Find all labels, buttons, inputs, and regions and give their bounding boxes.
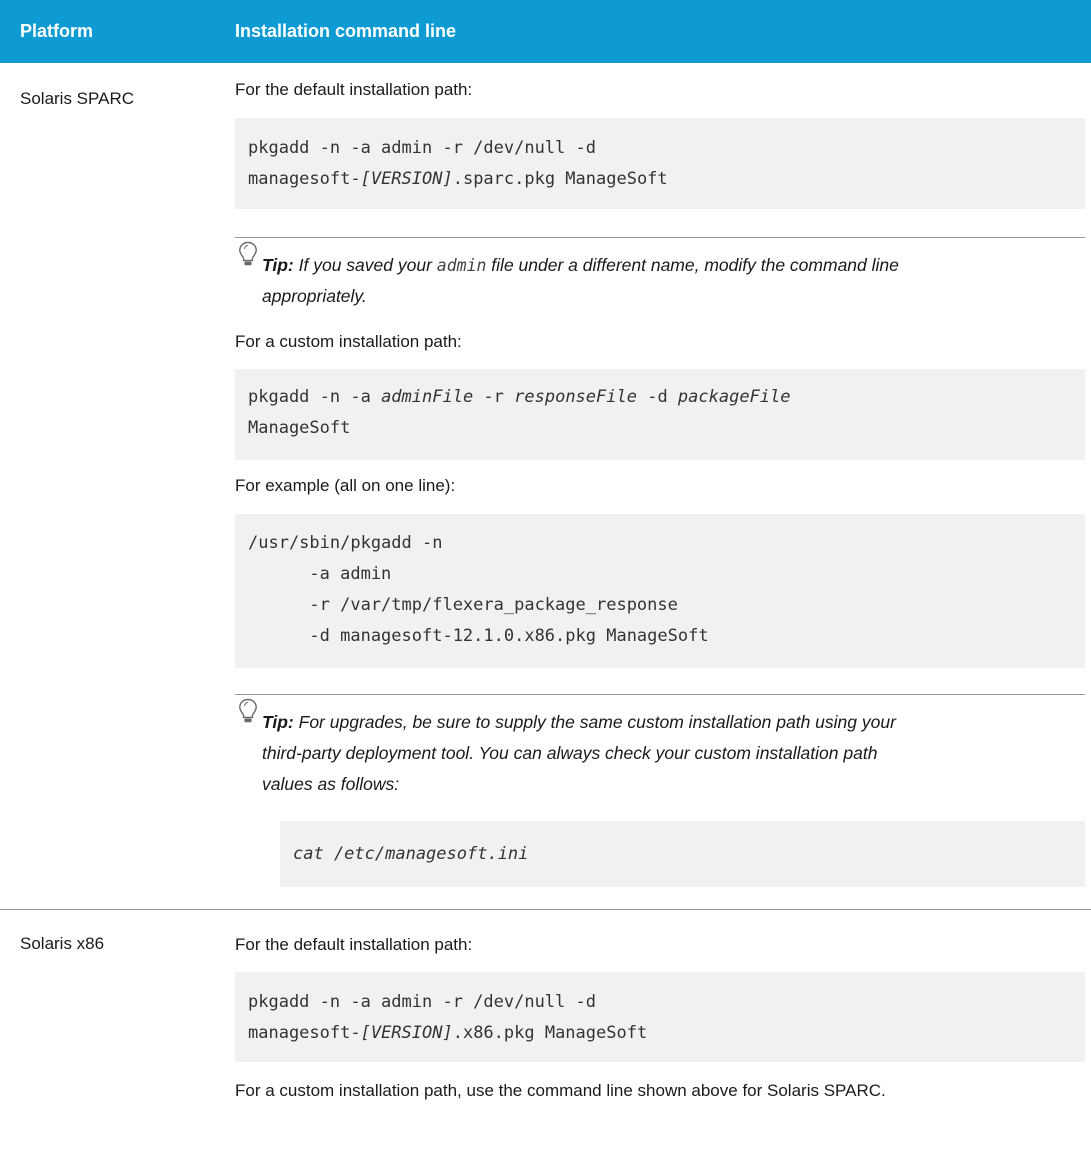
default-path-intro: For the default installation path: (235, 80, 473, 99)
code-block: pkgadd -n -a admin -r /dev/null -d manag… (235, 118, 1085, 209)
example-intro: For example (all on one line): (235, 476, 456, 495)
code-block: /usr/sbin/pkgadd -n -a admin -r /var/tmp… (235, 514, 1085, 668)
lightbulb-icon (239, 241, 257, 266)
code-line: ManageSoft (248, 418, 351, 438)
tip-label: Tip: (262, 255, 294, 275)
code-line: pkgadd -n -a adminFile -r responseFile -… (248, 387, 791, 407)
code-line: managesoft-[VERSION].sparc.pkg ManageSof… (248, 169, 668, 189)
custom-path-note: For a custom installation path, use the … (235, 1081, 886, 1100)
header-platform: Platform (20, 21, 94, 41)
code-line: pkgadd -n -a admin -r /dev/null -d (248, 138, 596, 158)
tip-note: Tip: For upgrades, be sure to supply the… (262, 712, 896, 794)
lightbulb-icon (239, 698, 257, 723)
tip-note: Tip: If you saved your admin file under … (262, 255, 899, 306)
platform-cell: Solaris x86 (20, 934, 105, 953)
table-row: Solaris x86 For the default installation… (0, 910, 1091, 1168)
code-line: managesoft-[VERSION].x86.pkg ManageSoft (248, 1023, 648, 1043)
code-line: -r /var/tmp/flexera_package_response (248, 595, 678, 615)
custom-path-intro: For a custom installation path: (235, 332, 462, 351)
code-line: cat /etc/managesoft.ini (293, 844, 529, 864)
code-block: pkgadd -n -a adminFile -r responseFile -… (235, 369, 1085, 460)
tip-divider (235, 237, 1085, 238)
default-path-intro: For the default installation path: (235, 935, 473, 954)
code-line: /usr/sbin/pkgadd -n (248, 533, 443, 553)
code-block: pkgadd -n -a admin -r /dev/null -d manag… (235, 972, 1085, 1062)
tip-divider (235, 694, 1085, 695)
table-header: Platform Installation command line (0, 0, 1091, 63)
code-block: cat /etc/managesoft.ini (280, 821, 1085, 887)
platform-cell: Solaris SPARC (20, 89, 134, 108)
header-command: Installation command line (235, 21, 457, 41)
code-line: pkgadd -n -a admin -r /dev/null -d (248, 992, 596, 1012)
code-line: -a admin (248, 564, 392, 584)
code-line: -d managesoft-12.1.0.x86.pkg ManageSoft (248, 626, 709, 646)
tip-label: Tip: (262, 712, 294, 732)
